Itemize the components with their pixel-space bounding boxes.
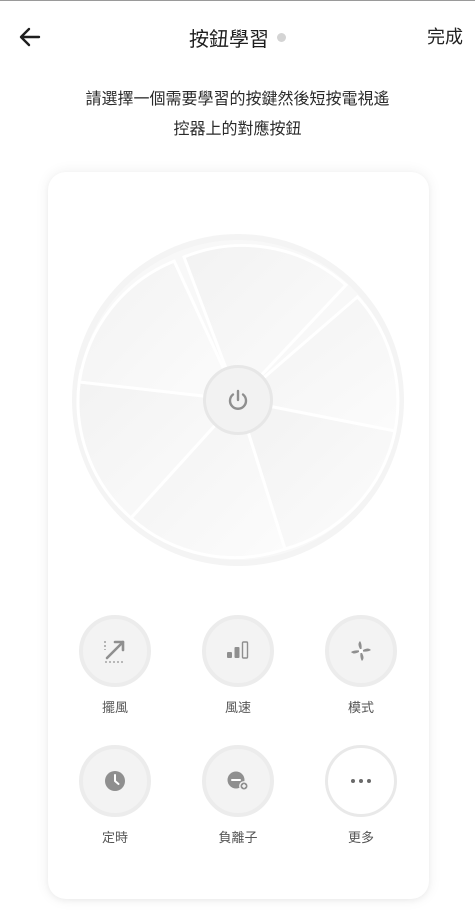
more-button[interactable]	[325, 745, 397, 817]
instruction-line-1: 請選擇一個需要學習的按鍵然後短按電視遙	[85, 89, 390, 108]
instruction-line-2: 控器上的對應按鈕	[173, 119, 302, 138]
control-label: 定時	[101, 831, 128, 846]
control-label: 模式	[347, 701, 374, 716]
control-label: 擺風	[101, 701, 128, 716]
control-fan-speed: 風速	[193, 615, 283, 716]
done-button[interactable]: 完成	[427, 23, 463, 49]
swing-icon	[104, 640, 125, 663]
control-more: 更多	[316, 745, 406, 846]
timer-button[interactable]	[79, 745, 151, 817]
page-title: 按鈕學習	[189, 26, 269, 51]
control-label: 負離子	[218, 831, 258, 846]
status-dot	[277, 32, 286, 42]
more-icon	[351, 779, 371, 783]
anion-button[interactable]	[202, 745, 274, 817]
fan-speed-icon	[227, 641, 249, 659]
anion-icon	[227, 771, 249, 791]
clock-icon	[105, 771, 125, 791]
fan-speed-button[interactable]	[202, 615, 274, 687]
top-bar: 按鈕學習 完成	[0, 0, 475, 70]
control-label: 更多	[347, 831, 374, 846]
control-label: 風速	[224, 701, 251, 716]
remote-card: 擺風 風速 模式 定時 負離子 更多	[48, 172, 429, 899]
control-swing: 擺風	[70, 615, 160, 716]
control-timer: 定時	[70, 745, 160, 846]
title-group: 按鈕學習	[0, 21, 475, 53]
mode-fan-icon	[351, 641, 371, 661]
mode-button[interactable]	[325, 615, 397, 687]
instruction-text: 請選擇一個需要學習的按鍵然後短按電視遙 控器上的對應按鈕	[40, 84, 435, 144]
power-icon	[228, 389, 248, 410]
control-mode: 模式	[316, 615, 406, 716]
swing-button[interactable]	[79, 615, 151, 687]
power-button[interactable]	[203, 365, 273, 435]
control-anion: 負離子	[193, 745, 283, 846]
